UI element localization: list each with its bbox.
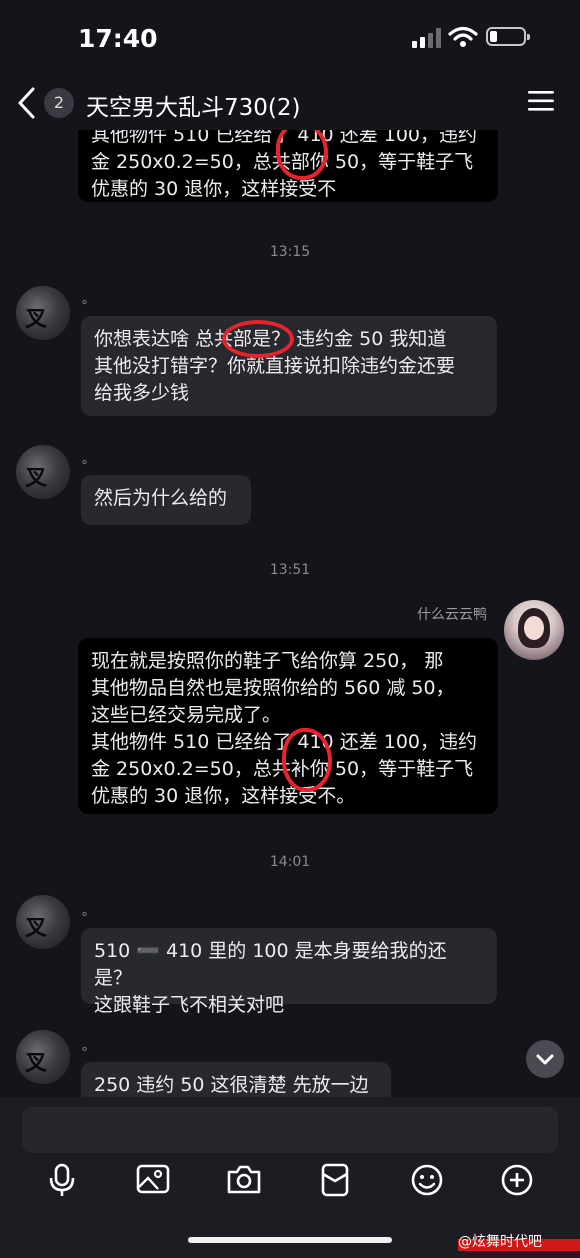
status-bar: 17:40 — [0, 0, 580, 78]
unread-badge[interactable]: 2 — [44, 88, 74, 118]
sender-name: 。 — [82, 1039, 96, 1054]
message-line: 这跟鞋子飞不相关对吧 — [94, 994, 285, 1016]
camera-icon[interactable] — [226, 1163, 262, 1195]
message-bubble[interactable]: 然后为什么给的 — [81, 475, 251, 525]
avatar[interactable]: 叉 — [16, 1030, 70, 1084]
message-line: 优惠的 30 退你，这样接受不 — [91, 178, 337, 200]
chat-header: 2 天空男大乱斗730(2) — [0, 78, 580, 130]
back-icon[interactable] — [16, 86, 38, 120]
message-bubble[interactable]: 250 违约 50 这很清楚 先放一边 — [81, 1062, 391, 1097]
message-line: 优惠的 30 退你，这样接受不。 — [91, 785, 356, 807]
avatar[interactable]: 叉 — [16, 286, 70, 340]
message-input[interactable] — [22, 1107, 558, 1153]
signal-icon — [412, 28, 441, 48]
watermark: @炫舞时代吧 — [458, 1231, 580, 1251]
message-line: 这些已经交易完成了。 — [91, 704, 282, 726]
emoji-icon[interactable] — [410, 1163, 444, 1197]
message-line: 其他物品自然也是按照你给的 560 减 50， — [91, 677, 455, 699]
menu-icon[interactable] — [528, 90, 554, 112]
image-icon[interactable] — [136, 1163, 170, 1195]
message-line: 给我多少钱 — [94, 382, 190, 404]
chat-title: 天空男大乱斗730(2) — [86, 95, 301, 121]
avatar[interactable]: 叉 — [16, 445, 70, 499]
message-line: 其他没打错字？你就直接说扣除违约金还要 — [94, 355, 456, 377]
message-line: 510 ➖ 410 里的 100 是本身要给我的还是？ — [94, 940, 447, 989]
timestamp: 13:15 — [269, 244, 311, 260]
avatar[interactable]: 叉 — [16, 895, 70, 949]
battery-icon — [486, 27, 530, 46]
message-line: 然后为什么给的 — [94, 487, 228, 509]
red-packet-icon[interactable] — [320, 1163, 350, 1197]
input-bar: @炫舞时代吧 — [0, 1097, 580, 1258]
microphone-icon[interactable] — [48, 1163, 76, 1197]
status-time: 17:40 — [78, 24, 158, 53]
sender-name: 。 — [82, 904, 96, 919]
red-annotation-circle — [222, 320, 294, 358]
sender-name: 。 — [82, 292, 96, 307]
sender-name: 。 — [82, 452, 96, 467]
avatar[interactable] — [504, 600, 564, 660]
red-annotation-circle — [282, 728, 332, 792]
home-indicator — [188, 1237, 392, 1243]
plus-icon[interactable] — [500, 1163, 534, 1197]
scroll-to-bottom-button[interactable] — [526, 1040, 564, 1078]
my-message-bubble[interactable]: 现在就是按照你的鞋子飞给你算 250， 那 其他物品自然也是按照你给的 560 … — [78, 638, 498, 814]
message-list[interactable]: 其他物件 510 已经给了 410 还差 100，违约 金 250x0.2=50… — [0, 130, 580, 1097]
wifi-icon — [448, 26, 478, 47]
message-line: 250 违约 50 这很清楚 先放一边 — [94, 1074, 369, 1096]
message-line: 现在就是按照你的鞋子飞给你算 250， 那 — [91, 650, 444, 672]
timestamp: 14:01 — [269, 854, 311, 870]
message-bubble[interactable]: 510 ➖ 410 里的 100 是本身要给我的还是？ 这跟鞋子飞不相关对吧 — [81, 928, 497, 1016]
timestamp: 13:51 — [269, 562, 311, 578]
sender-name: 什么云云鸭 — [417, 607, 487, 623]
chevron-down-icon — [536, 1054, 554, 1065]
